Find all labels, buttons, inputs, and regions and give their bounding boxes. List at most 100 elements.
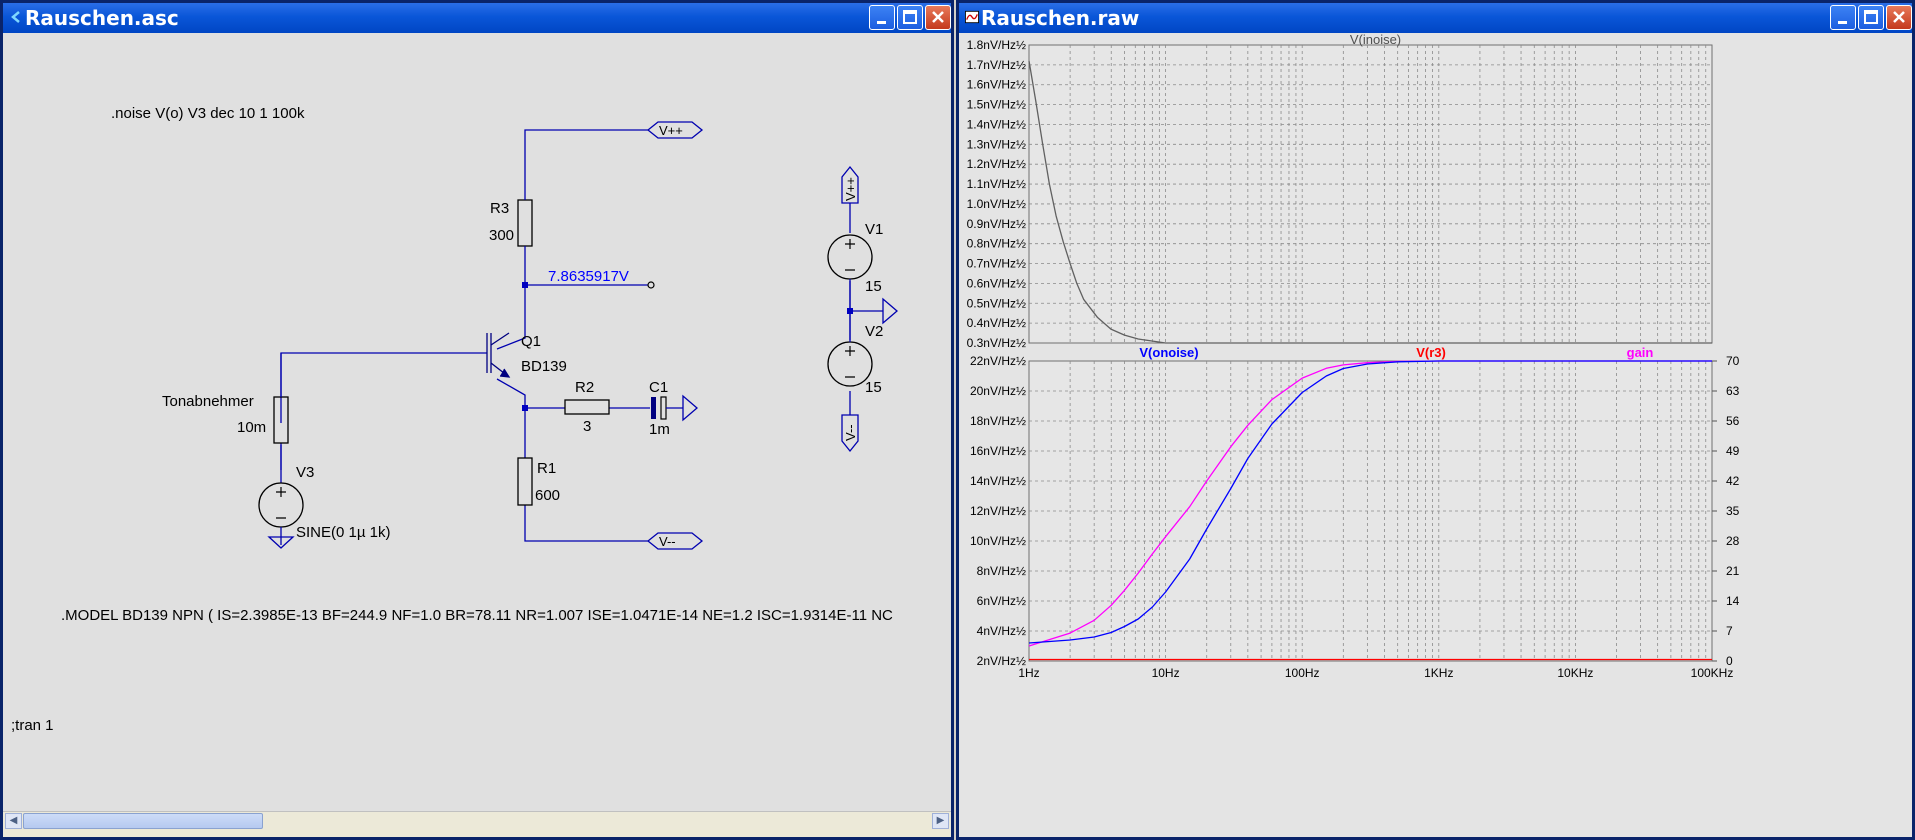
r2-value[interactable]: 3 xyxy=(583,418,591,435)
tonabnehmer-value[interactable]: 10m xyxy=(237,419,266,436)
minimize-icon xyxy=(1838,21,1847,24)
v1-value[interactable]: 15 xyxy=(865,278,882,295)
r3-value[interactable]: 300 xyxy=(489,227,514,244)
schematic-minimize-button[interactable] xyxy=(869,5,895,30)
bottom-right-y-tick-label: 21 xyxy=(1726,564,1740,578)
top-y-tick-label: 0.6nV/Hz½ xyxy=(967,276,1026,290)
top-y-tick-label: 1.3nV/Hz½ xyxy=(967,137,1026,151)
q1-transistor[interactable] xyxy=(486,332,511,378)
r2-resistor[interactable] xyxy=(564,399,610,415)
close-icon xyxy=(932,11,944,23)
probe-voltage-readout[interactable]: 7.8635917V xyxy=(548,268,629,285)
waveform-plot[interactable]: V(inoise) 1.8nV/Hz½ 1.7nV/Hz½ 1.6nV/Hz½ 1.5… xyxy=(959,33,1912,840)
v3-value[interactable]: SINE(0 1µ 1k) xyxy=(296,524,391,541)
schematic-titlebar[interactable]: Rauschen.asc xyxy=(3,3,951,33)
plot-close-button[interactable] xyxy=(1886,5,1912,30)
v1-label[interactable]: V1 xyxy=(865,221,883,238)
top-y-tick-label: 0.7nV/Hz½ xyxy=(967,257,1026,271)
q1-model[interactable]: BD139 xyxy=(521,358,567,375)
bottom-left-y-tick-label: 18nV/Hz½ xyxy=(970,414,1026,428)
plot-maximize-button[interactable] xyxy=(1858,5,1884,30)
bottom-plot-pane[interactable]: V(onoise) V(r3) gain 22nV/Hz½ 20nV/Hz½ 18n… xyxy=(970,345,1740,680)
r1-label[interactable]: R1 xyxy=(537,460,556,477)
trace-label-inoise[interactable]: V(inoise) xyxy=(1350,33,1401,47)
bottom-left-y-tick-label: 4nV/Hz½ xyxy=(977,624,1026,638)
probe-node[interactable] xyxy=(647,281,655,289)
bottom-left-y-tick-label: 14nV/Hz½ xyxy=(970,474,1026,488)
top-y-tick-label: 1.1nV/Hz½ xyxy=(967,177,1026,191)
close-icon xyxy=(1893,11,1905,23)
r1-value[interactable]: 600 xyxy=(535,487,560,504)
r3-resistor[interactable] xyxy=(517,199,533,247)
trace-label-onoise[interactable]: V(onoise) xyxy=(1139,345,1198,360)
junctions xyxy=(522,282,853,411)
schematic-maximize-button[interactable] xyxy=(897,5,923,30)
bottom-right-y-tick-label: 49 xyxy=(1726,444,1740,458)
v2-value[interactable]: 15 xyxy=(865,379,882,396)
v3-label[interactable]: V3 xyxy=(296,464,314,481)
model-directive[interactable]: .MODEL BD139 NPN ( IS=2.3985E-13 BF=244.… xyxy=(61,607,893,624)
q1-label[interactable]: Q1 xyxy=(521,333,541,350)
bottom-left-y-tick-label: 22nV/Hz½ xyxy=(970,354,1026,368)
bottom-left-y-tick-label: 10nV/Hz½ xyxy=(970,534,1026,548)
plot-minimize-button[interactable] xyxy=(1830,5,1856,30)
top-y-tick-label: 0.4nV/Hz½ xyxy=(967,316,1026,330)
x-tick-label: 100Hz xyxy=(1285,666,1320,680)
bottom-right-y-tick-label: 14 xyxy=(1726,594,1740,608)
bottom-right-y-tick-label: 28 xyxy=(1726,534,1740,548)
schematic-close-button[interactable] xyxy=(925,5,951,30)
trace-label-gain[interactable]: gain xyxy=(1627,345,1654,360)
trace-label-r3[interactable]: V(r3) xyxy=(1416,345,1446,360)
bottom-right-y-tick-label: 56 xyxy=(1726,414,1740,428)
scrollbar-thumb[interactable] xyxy=(23,813,263,829)
top-y-tick-label: 1.5nV/Hz½ xyxy=(967,98,1026,112)
plot-window-title: Rauschen.raw xyxy=(981,6,1140,30)
c1-label[interactable]: C1 xyxy=(649,379,668,396)
minimize-icon xyxy=(877,21,886,24)
r3-label[interactable]: R3 xyxy=(490,200,509,217)
c1-capacitor[interactable] xyxy=(651,394,698,422)
x-tick-label: 10KHz xyxy=(1557,666,1593,680)
bottom-right-y-tick-label: 70 xyxy=(1726,354,1740,368)
top-y-tick-label: 1.8nV/Hz½ xyxy=(967,38,1026,52)
bottom-left-y-tick-label: 20nV/Hz½ xyxy=(970,384,1026,398)
scroll-right-arrow-icon[interactable]: ▶ xyxy=(932,813,949,829)
r2-label[interactable]: R2 xyxy=(575,379,594,396)
top-y-tick-label: 1.4nV/Hz½ xyxy=(967,117,1026,131)
top-y-tick-label: 0.5nV/Hz½ xyxy=(967,296,1026,310)
bottom-left-y-tick-label: 12nV/Hz½ xyxy=(970,504,1026,518)
vpp-vertical-net-label: V++ xyxy=(843,177,858,201)
maximize-icon xyxy=(1864,10,1878,24)
schematic-window[interactable]: Rauschen.asc .noise V(o) V3 dec 10 1 100… xyxy=(0,0,954,840)
bottom-right-y-tick-label: 63 xyxy=(1726,384,1740,398)
plot-canvas[interactable]: V(inoise) 1.8nV/Hz½ 1.7nV/Hz½ 1.6nV/Hz½ 1.5… xyxy=(959,33,1912,837)
bottom-left-y-tick-label: 6nV/Hz½ xyxy=(977,594,1026,608)
c1-value[interactable]: 1m xyxy=(649,421,670,438)
plot-window[interactable]: Rauschen.raw V(inoise) 1.8nV/Hz½ 1.7nV/Hz… xyxy=(956,0,1915,840)
top-plot-pane[interactable]: V(inoise) 1.8nV/Hz½ 1.7nV/Hz½ 1.6nV/Hz½ 1.5… xyxy=(967,33,1713,350)
vmm-net-label: V-- xyxy=(659,534,676,549)
bottom-right-y-tick-label: 35 xyxy=(1726,504,1740,518)
schematic-horizontal-scrollbar[interactable]: ◀ ▶ xyxy=(3,811,951,831)
r1-resistor[interactable] xyxy=(517,457,533,506)
v1-source[interactable] xyxy=(827,234,873,280)
bottom-left-y-tick-label: 8nV/Hz½ xyxy=(977,564,1026,578)
plot-titlebar[interactable]: Rauschen.raw xyxy=(959,3,1912,33)
schematic-app-icon xyxy=(11,11,20,23)
top-y-tick-label: 1.7nV/Hz½ xyxy=(967,58,1026,72)
tonabnehmer-label[interactable]: Tonabnehmer xyxy=(162,393,254,410)
schematic-window-title: Rauschen.asc xyxy=(25,6,179,30)
x-tick-label: 100KHz xyxy=(1691,666,1734,680)
schematic-canvas[interactable]: .noise V(o) V3 dec 10 1 100k .MODEL BD13… xyxy=(3,33,951,837)
top-y-tick-label: 1.6nV/Hz½ xyxy=(967,78,1026,92)
plot-app-icon xyxy=(965,10,979,24)
schematic-drawing[interactable]: .noise V(o) V3 dec 10 1 100k .MODEL BD13… xyxy=(3,33,951,818)
bottom-left-y-tick-label: 16nV/Hz½ xyxy=(970,444,1026,458)
noise-directive[interactable]: .noise V(o) V3 dec 10 1 100k xyxy=(111,105,305,122)
x-tick-label: 1Hz xyxy=(1018,666,1039,680)
v2-label[interactable]: V2 xyxy=(865,323,883,340)
bottom-right-y-tick-label: 7 xyxy=(1726,624,1733,638)
tran-directive[interactable]: ;tran 1 xyxy=(11,717,54,734)
top-y-tick-label: 1.2nV/Hz½ xyxy=(967,157,1026,171)
scroll-left-arrow-icon[interactable]: ◀ xyxy=(5,813,22,829)
